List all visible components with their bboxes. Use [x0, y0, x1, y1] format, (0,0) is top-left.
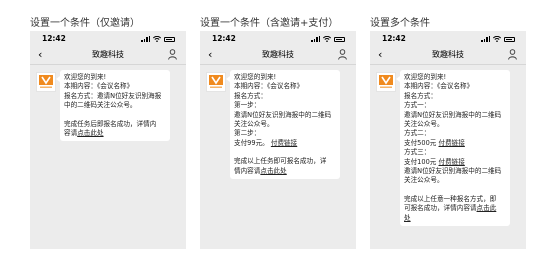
- payment-link[interactable]: 付费链接: [271, 139, 297, 147]
- message-line: 报名方式：: [404, 91, 437, 100]
- phone-screen-3: 12:42 ‹ 致趣科技 欢迎您的到来! 本期内容：《会议名称》 报名方式： 方…: [370, 31, 526, 249]
- wifi-icon: [153, 36, 161, 42]
- message-line: 支付99元。 付费链接: [234, 138, 298, 147]
- status-bar: 12:42: [370, 31, 526, 45]
- wifi-icon: [323, 36, 331, 42]
- nav-bar: ‹ 致趣科技: [200, 46, 356, 64]
- message-line: 第二步：: [234, 129, 261, 138]
- status-time: 12:42: [212, 34, 236, 43]
- battery-icon: [504, 37, 515, 42]
- nav-divider: [370, 64, 526, 65]
- message-line: 完成以上任意一种报名方式，即: [404, 194, 497, 203]
- message-line: 邀请N位好友识别海报中的二维码: [234, 110, 332, 119]
- message-bubble: 欢迎您的到来! 本期内容：《会议名称》 报名方式：邀请N位好友识别海报 中的二维…: [56, 70, 170, 142]
- message-line: 处: [404, 214, 506, 223]
- message-line: 完成任务后即报名成功，详情内: [64, 119, 157, 128]
- phone-screen-2: 12:42 ‹ 致趣科技 欢迎您的到来! 本期内容：《会议名称》 报名方式： 第…: [200, 31, 356, 249]
- message-bubble: 欢迎您的到来! 本期内容：《会议名称》 报名方式： 第一步： 邀请N位好友识别海…: [226, 70, 340, 180]
- phone-screen-1: 12:42 ‹ 致趣科技 欢迎您的到来! 本期内容：《会议名称》 报名方式：邀请…: [30, 31, 186, 249]
- avatar[interactable]: [376, 72, 396, 92]
- status-bar: 12:42: [200, 31, 356, 45]
- message-line: 方式二：: [404, 129, 431, 138]
- details-link[interactable]: 点击此处: [260, 167, 286, 175]
- message-line: 情内容请点击此处: [234, 166, 287, 175]
- caption-single-invite: 设置一个条件（仅邀请）: [30, 18, 140, 29]
- message-line: 报名方式：: [234, 91, 267, 100]
- user-icon[interactable]: [338, 49, 347, 60]
- message-line: 本期内容：《会议名称》: [404, 82, 474, 91]
- message-line: 关注公众号。: [404, 176, 444, 185]
- brand-logo-icon: [379, 75, 393, 88]
- message-line: 支付100元 付费链接: [404, 157, 465, 166]
- signal-icon: [141, 35, 150, 42]
- avatar[interactable]: [206, 72, 226, 92]
- details-link[interactable]: 处: [404, 214, 411, 222]
- message-line: 支付500元 付费链接: [404, 138, 465, 147]
- message-bubble: 欢迎您的到来! 本期内容：《会议名称》 报名方式： 方式一： 邀请N位好友识别海…: [396, 70, 510, 227]
- message-line: 本期内容：《会议名称》: [64, 82, 134, 91]
- battery-icon: [164, 37, 175, 42]
- details-link[interactable]: 点击此: [477, 204, 497, 212]
- account-title: 致趣科技: [262, 50, 294, 59]
- message-line: 容请点击此处: [64, 129, 104, 138]
- message-line: 欢迎您的到来!: [234, 73, 277, 81]
- caption-multiple-conditions: 设置多个条件: [370, 18, 430, 29]
- status-time: 12:42: [382, 34, 406, 43]
- message-line: 欢迎您的到来!: [404, 73, 447, 81]
- account-title: 致趣科技: [92, 50, 124, 59]
- battery-icon: [334, 37, 345, 42]
- avatar[interactable]: [36, 72, 56, 92]
- message-line: 邀请N位好友识别海报中的二维码: [404, 110, 502, 119]
- message-line: 中的二维码关注公众号。: [64, 101, 137, 110]
- payment-link[interactable]: 付费链接: [438, 139, 464, 147]
- message-line: 完成以上任务即可报名成功，详: [234, 157, 327, 166]
- signal-icon: [311, 35, 320, 42]
- nav-divider: [30, 64, 186, 65]
- caption-single-invite-pay: 设置一个条件（含邀请+支付）: [200, 18, 339, 29]
- message-line: 方式一：: [404, 101, 431, 110]
- message-line: 方式三：: [404, 148, 431, 157]
- message-line: 可报名成功，详情内容请点击此: [404, 204, 497, 213]
- status-bar: 12:42: [30, 31, 186, 45]
- message-line: 本期内容：《会议名称》: [234, 82, 304, 91]
- message-line: 欢迎您的到来!: [64, 73, 107, 81]
- signal-icon: [481, 35, 490, 42]
- message-line: 报名方式：邀请N位好友识别海报: [64, 91, 162, 100]
- nav-bar: ‹ 致趣科技: [370, 46, 526, 64]
- account-title: 致趣科技: [432, 50, 464, 59]
- payment-link[interactable]: 付费链接: [438, 158, 464, 166]
- user-icon[interactable]: [508, 49, 517, 60]
- details-link[interactable]: 点击此处: [77, 129, 103, 137]
- wifi-icon: [493, 36, 501, 42]
- message-line: 第一步：: [234, 101, 261, 110]
- status-time: 12:42: [42, 34, 66, 43]
- brand-logo-icon: [209, 75, 223, 88]
- nav-divider: [200, 64, 356, 65]
- brand-logo-icon: [39, 75, 53, 88]
- user-icon[interactable]: [168, 49, 177, 60]
- nav-bar: ‹ 致趣科技: [30, 46, 186, 64]
